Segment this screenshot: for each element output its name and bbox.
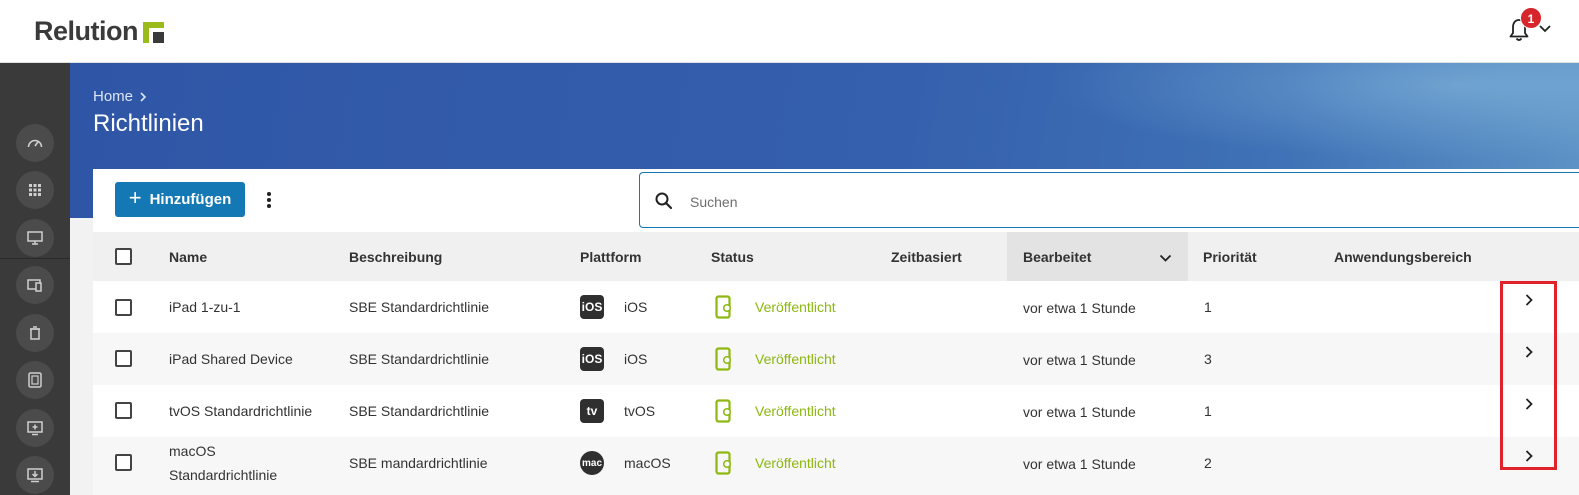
sidebar	[0, 63, 70, 495]
column-header-edited[interactable]: Bearbeitet	[1023, 249, 1091, 265]
row-description: SBE mandardrichtlinie	[349, 455, 488, 471]
select-all-checkbox[interactable]	[115, 248, 132, 265]
add-screen-icon[interactable]	[16, 409, 54, 447]
highlight-box	[1500, 281, 1557, 470]
ios-icon: iOS	[580, 295, 604, 319]
table-row[interactable]	[93, 385, 1579, 437]
plus-icon: +	[128, 185, 142, 210]
search-box	[639, 172, 1579, 228]
row-edited: vor etwa 1 Stunde	[1023, 456, 1136, 472]
device-status-icon	[715, 295, 732, 319]
table-row[interactable]	[93, 437, 1579, 495]
column-header-status[interactable]: Status	[711, 249, 754, 265]
table-row[interactable]	[93, 281, 1579, 333]
row-checkbox[interactable]	[115, 299, 132, 316]
row-status: Veröffentlicht	[755, 351, 836, 367]
dashboard-icon[interactable]	[16, 124, 54, 162]
row-checkbox[interactable]	[115, 454, 132, 471]
row-edited: vor etwa 1 Stunde	[1023, 352, 1136, 368]
row-name-line1: macOS	[169, 443, 216, 459]
row-description: SBE Standardrichtlinie	[349, 299, 490, 315]
chevron-down-icon[interactable]	[1538, 24, 1552, 34]
device-status-icon	[715, 347, 732, 371]
row-name-line2: Standardrichtlinie	[169, 467, 278, 483]
row-checkbox[interactable]	[115, 402, 132, 419]
row-edited: vor etwa 1 Stunde	[1023, 300, 1136, 316]
devices-icon[interactable]	[16, 219, 54, 257]
add-button-label: Hinzufügen	[149, 191, 232, 208]
row-status: Veröffentlicht	[755, 299, 836, 315]
tablet-icon[interactable]	[16, 361, 54, 399]
sidebar-divider	[0, 258, 70, 259]
row-status: Veröffentlicht	[755, 455, 836, 471]
column-header-scope[interactable]: Anwendungsbereich	[1334, 249, 1472, 265]
column-header-time-based[interactable]: Zeitbasiert	[891, 249, 962, 265]
logo-text: Relution	[34, 16, 139, 46]
add-button[interactable]: + Hinzufügen	[115, 182, 245, 217]
sort-descending-icon[interactable]	[1159, 254, 1172, 263]
search-input[interactable]	[690, 189, 1390, 215]
relution-logo[interactable]: Relution	[34, 16, 164, 47]
row-platform: macOS	[624, 455, 671, 471]
logo-mark-icon	[143, 22, 164, 43]
top-bar: Relution 1	[0, 0, 1579, 63]
device-status-icon	[715, 451, 732, 475]
row-name: iPad 1-zu-1	[169, 299, 241, 315]
macos-icon: mac	[580, 451, 604, 475]
page-title: Richtlinien	[93, 110, 204, 137]
download-device-icon[interactable]	[16, 456, 54, 494]
table-row[interactable]	[93, 333, 1579, 385]
trash-icon[interactable]	[16, 314, 54, 352]
row-description: SBE Standardrichtlinie	[349, 351, 490, 367]
row-name: iPad Shared Device	[169, 351, 293, 367]
row-edited: vor etwa 1 Stunde	[1023, 404, 1136, 420]
row-priority: 1	[1204, 299, 1212, 315]
row-priority: 2	[1204, 455, 1212, 471]
row-platform: iOS	[624, 299, 648, 315]
ios-icon: iOS	[580, 347, 604, 371]
device-policy-icon[interactable]	[16, 266, 54, 304]
breadcrumb: Home	[93, 88, 147, 105]
row-priority: 3	[1204, 351, 1212, 367]
breadcrumb-home[interactable]: Home	[93, 88, 133, 105]
column-header-description[interactable]: Beschreibung	[349, 249, 442, 265]
row-status: Veröffentlicht	[755, 403, 836, 419]
more-options-icon[interactable]	[262, 190, 276, 210]
column-header-name[interactable]: Name	[169, 249, 207, 265]
chevron-right-icon	[140, 91, 147, 102]
row-checkbox[interactable]	[115, 350, 132, 367]
row-priority: 1	[1204, 403, 1212, 419]
column-header-platform[interactable]: Plattform	[580, 249, 641, 265]
search-icon	[655, 192, 673, 210]
row-platform: tvOS	[624, 403, 656, 419]
row-name: tvOS Standardrichtlinie	[169, 403, 313, 419]
column-header-priority[interactable]: Priorität	[1203, 249, 1257, 265]
row-platform: iOS	[624, 351, 648, 367]
apple-tv-icon: tv	[580, 399, 604, 423]
apps-grid-icon[interactable]	[16, 171, 54, 209]
device-status-icon	[715, 399, 732, 423]
row-description: SBE Standardrichtlinie	[349, 403, 490, 419]
